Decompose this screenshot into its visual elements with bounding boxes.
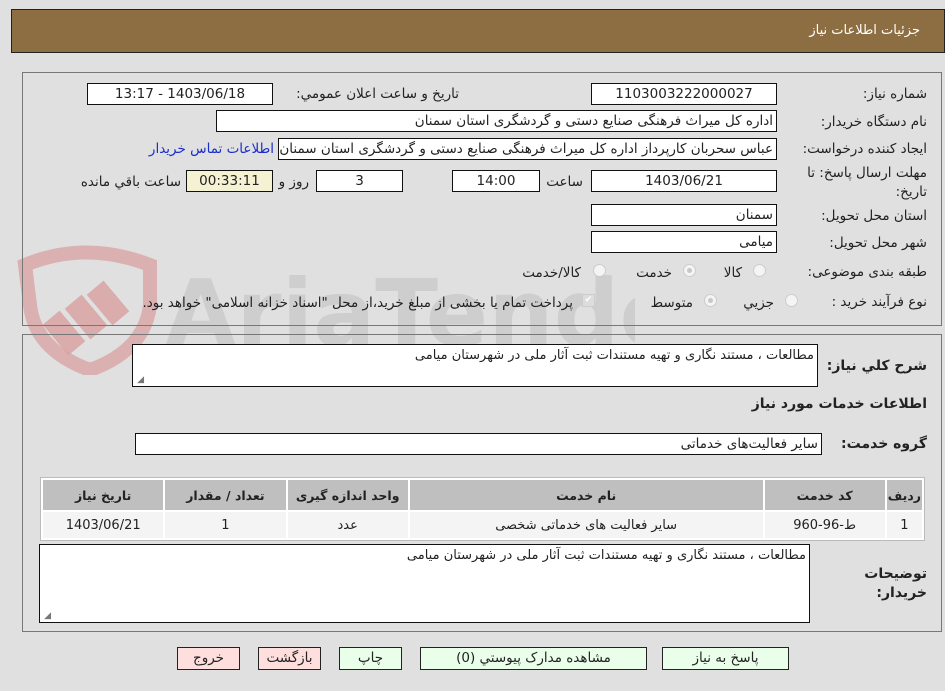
buyer-notes-text: مطالعات ، مستند نگاری و تهیه مستندات ثبت… — [406, 548, 806, 563]
category-radio-goods[interactable] — [753, 264, 766, 277]
category-option-goods: کالا — [723, 265, 742, 281]
treasury-checkbox[interactable]: ✔ — [582, 294, 595, 307]
page-header: جزئیات اطلاعات نیاز — [11, 9, 945, 53]
back-button[interactable]: بازگشت — [258, 647, 321, 670]
remaining-time-field: 00:33:11 — [186, 170, 273, 192]
need-number-label: شماره نیاز: — [862, 86, 927, 102]
table-row: 1 ط-96-960 سایر فعالیت های خدماتی شخصی ع… — [43, 512, 922, 538]
col-header-quantity: تعداد / مقدار — [165, 480, 286, 510]
deadline-time-field[interactable]: 14:00 — [452, 170, 540, 192]
cell-service-code: ط-96-960 — [764, 512, 885, 538]
page-title: جزئیات اطلاعات نیاز — [809, 23, 920, 38]
requester-label: ایجاد کننده درخواست: — [802, 141, 927, 157]
announce-datetime-field[interactable]: 1403/06/18 - 13:17 — [87, 83, 273, 105]
col-header-service-code: کد خدمت — [764, 480, 885, 510]
purchase-type-label: نوع فرآیند خرید : — [831, 294, 927, 310]
respond-button[interactable]: پاسخ به نیاز — [662, 647, 789, 670]
requester-field[interactable]: عباس سحربان کارپرداز اداره کل میراث فرهن… — [278, 138, 777, 160]
print-button[interactable]: چاپ — [339, 647, 402, 670]
purchase-type-radio-medium[interactable] — [704, 294, 717, 307]
col-header-row-number: ردیف — [886, 480, 922, 510]
cell-unit: عدد — [287, 512, 408, 538]
treasury-checkbox-label: پرداخت تمام یا بخشی از مبلغ خرید،از محل … — [142, 295, 573, 311]
col-header-service-name: نام خدمت — [409, 480, 763, 510]
deadline-days-field[interactable]: 3 — [316, 170, 403, 192]
category-label: طبقه بندی موضوعی: — [807, 264, 927, 280]
province-field[interactable]: سمنان — [591, 204, 777, 226]
category-radio-goods-service[interactable] — [593, 264, 606, 277]
buyer-notes-label-line2: خریدار: — [876, 585, 927, 601]
cell-row-number: 1 — [886, 512, 922, 538]
city-field[interactable]: میامی — [591, 231, 777, 253]
services-table: ردیف کد خدمت نام خدمت واحد اندازه گیری ت… — [40, 477, 925, 541]
days-label: روز و — [278, 174, 309, 190]
category-radio-service[interactable] — [683, 264, 696, 277]
buyer-contact-link[interactable]: اطلاعات تماس خریدار — [149, 141, 274, 157]
category-option-goods-service: کالا/خدمت — [522, 265, 581, 281]
buyer-notes-textarea[interactable]: مطالعات ، مستند نگاری و تهیه مستندات ثبت… — [39, 544, 810, 623]
view-attachments-button[interactable]: مشاهده مدارک پیوستي (0) — [420, 647, 647, 670]
description-label: شرح کلي نیاز: — [826, 358, 927, 374]
purchase-type-radio-minor[interactable] — [785, 294, 798, 307]
cell-need-date: 1403/06/21 — [43, 512, 164, 538]
description-text: مطالعات ، مستند نگاری و تهیه مستندات ثبت… — [414, 348, 814, 363]
deadline-time-label: ساعت — [546, 174, 583, 190]
cell-quantity: 1 — [165, 512, 286, 538]
category-option-service: خدمت — [636, 265, 672, 281]
resize-grip-icon[interactable]: ◢ — [42, 612, 51, 621]
buyer-notes-label: توضیحات — [864, 566, 927, 582]
buyer-org-field[interactable]: اداره کل میراث فرهنگی صنایع دستی و گردشگ… — [216, 110, 777, 132]
deadline-label-line2: تاریخ: — [895, 184, 927, 200]
announce-datetime-label: تاريخ و ساعت اعلان عمومي: — [296, 86, 459, 102]
purchase-type-option-minor: جزيي — [743, 295, 774, 311]
col-header-need-date: تاریخ نیاز — [43, 480, 164, 510]
remaining-time-label: ساعت باقي مانده — [80, 174, 181, 190]
buyer-org-label: نام دستگاه خریدار: — [820, 114, 927, 130]
service-group-label: گروه خدمت: — [841, 436, 927, 452]
purchase-type-option-medium: متوسط — [650, 295, 693, 311]
col-header-unit: واحد اندازه گیری — [287, 480, 408, 510]
need-number-field[interactable]: 1103003222000027 — [591, 83, 777, 105]
resize-grip-icon[interactable]: ◢ — [135, 376, 144, 385]
description-textarea[interactable]: مطالعات ، مستند نگاری و تهیه مستندات ثبت… — [132, 344, 818, 387]
province-label: استان محل تحویل: — [821, 208, 927, 224]
city-label: شهر محل تحویل: — [829, 235, 927, 251]
services-heading: اطلاعات خدمات مورد نیاز — [751, 396, 927, 412]
table-header-row: ردیف کد خدمت نام خدمت واحد اندازه گیری ت… — [43, 480, 922, 510]
cell-service-name: سایر فعالیت های خدماتی شخصی — [409, 512, 763, 538]
service-group-field[interactable]: سایر فعالیت‌های خدماتی — [135, 433, 822, 455]
exit-button[interactable]: خروج — [177, 647, 240, 670]
deadline-label: مهلت ارسال پاسخ: تا — [807, 165, 927, 181]
deadline-date-field[interactable]: 1403/06/21 — [591, 170, 777, 192]
